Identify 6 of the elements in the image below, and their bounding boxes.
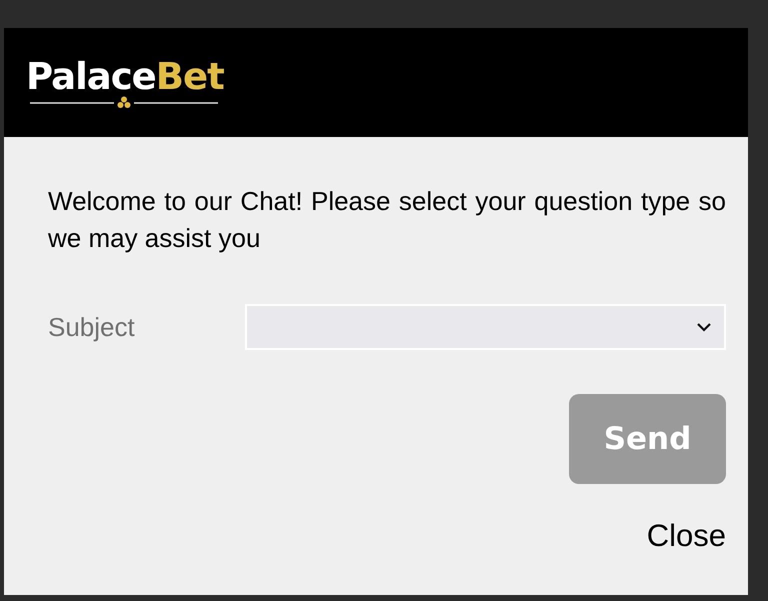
welcome-message: Welcome to our Chat! Please select your question type so we may assist you — [48, 185, 726, 255]
subject-dropdown[interactable] — [245, 304, 726, 350]
chevron-down-icon — [696, 322, 712, 332]
palacebet-logo: PalaceBet — [26, 56, 224, 110]
subject-label: Subject — [48, 312, 136, 342]
close-link[interactable]: Close — [646, 518, 726, 554]
